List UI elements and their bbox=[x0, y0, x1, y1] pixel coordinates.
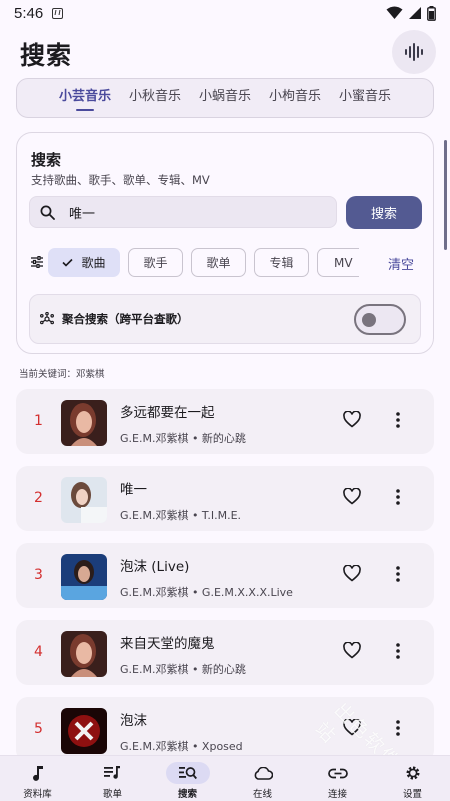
tab-source-3[interactable]: 小蜗音乐 bbox=[199, 78, 251, 118]
search-card-title: 搜索 bbox=[31, 151, 62, 169]
aggregate-search-label: 聚合搜索（跨平台查歌） bbox=[62, 312, 189, 326]
favorite-icon[interactable] bbox=[343, 411, 361, 428]
nav-item-playlists[interactable]: 歌单 bbox=[77, 756, 149, 800]
song-meta: G.E.M.邓紫棋 • 新的心跳 bbox=[120, 432, 246, 445]
search-card-subtitle: 支持歌曲、歌手、歌单、专辑、MV bbox=[31, 173, 210, 187]
filter-chip-albums[interactable]: 专辑 bbox=[254, 248, 309, 277]
song-title: 泡沫 bbox=[120, 713, 147, 729]
favorite-icon[interactable] bbox=[343, 642, 361, 659]
aggregate-search-toggle[interactable] bbox=[354, 304, 406, 335]
song-title: 来自天堂的魔鬼 bbox=[120, 636, 215, 652]
search-input[interactable]: 唯一 bbox=[29, 196, 337, 228]
tab-source-1[interactable]: 小芸音乐 bbox=[59, 78, 111, 118]
signal-icon bbox=[409, 7, 421, 19]
nav-item-online[interactable]: 在线 bbox=[227, 756, 299, 800]
song-row[interactable]: 2 唯一 G.E.M.邓紫棋 • T.I.M.E. bbox=[16, 466, 434, 531]
filter-chip-label: MV bbox=[334, 255, 353, 270]
check-icon bbox=[62, 258, 74, 267]
song-rank: 1 bbox=[34, 413, 43, 429]
filter-chip-mv[interactable]: MV bbox=[317, 248, 359, 277]
playlist-icon bbox=[104, 766, 120, 779]
song-row[interactable]: 1 多远都要在一起 G.E.M.邓紫棋 • 新的心跳 bbox=[16, 389, 434, 454]
search-icon bbox=[40, 205, 55, 220]
search-card: 搜索 支持歌曲、歌手、歌单、专辑、MV 唯一 搜索 歌曲 歌手 歌单 专辑 MV… bbox=[16, 132, 434, 354]
favorite-icon[interactable] bbox=[343, 488, 361, 505]
song-meta: G.E.M.邓紫棋 • T.I.M.E. bbox=[120, 509, 242, 522]
filter-chip-songs[interactable]: 歌曲 bbox=[48, 248, 120, 277]
nav-item-search[interactable]: 搜索 bbox=[152, 756, 224, 800]
album-cover bbox=[61, 477, 107, 523]
nav-item-connect[interactable]: 连接 bbox=[302, 756, 374, 800]
link-icon bbox=[327, 768, 348, 778]
gear-icon bbox=[406, 766, 419, 780]
tab-source-4[interactable]: 小枸音乐 bbox=[269, 78, 321, 118]
song-rank: 5 bbox=[34, 721, 43, 737]
filter-chip-label: 歌曲 bbox=[81, 256, 106, 270]
nav-label: 搜索 bbox=[177, 789, 197, 800]
song-rank: 4 bbox=[34, 644, 43, 660]
status-bar: 5:46 bbox=[0, 0, 450, 26]
filter-chip-artists[interactable]: 歌手 bbox=[128, 248, 183, 277]
nav-item-settings[interactable]: 设置 bbox=[377, 756, 449, 800]
song-title: 唯一 bbox=[120, 482, 147, 498]
cloud-icon bbox=[254, 766, 273, 780]
filter-chip-label: 歌单 bbox=[206, 256, 231, 270]
hub-network-icon bbox=[40, 312, 54, 325]
status-time: 5:46 bbox=[14, 4, 44, 22]
song-rank: 2 bbox=[34, 490, 43, 506]
tab-source-2[interactable]: 小秋音乐 bbox=[129, 78, 181, 118]
more-vert-icon[interactable] bbox=[396, 720, 400, 736]
song-row[interactable]: 3 泡沫 (Live) G.E.M.邓紫棋 • G.E.M.X.X.X.Live bbox=[16, 543, 434, 608]
nav-label: 在线 bbox=[252, 789, 272, 800]
filter-chip-label: 歌手 bbox=[143, 256, 168, 270]
search-input-value: 唯一 bbox=[69, 206, 96, 222]
filter-row: 歌曲 歌手 歌单 专辑 MV 清空 bbox=[29, 248, 429, 278]
tab-source-5[interactable]: 小蜜音乐 bbox=[339, 78, 391, 118]
nav-label: 资料库 bbox=[23, 789, 52, 800]
bottom-nav: 资料库 歌单 搜索 在线 连接 设置 bbox=[0, 755, 450, 801]
song-meta: G.E.M.邓紫棋 • G.E.M.X.X.X.Live bbox=[120, 586, 293, 599]
song-title: 多远都要在一起 bbox=[120, 405, 215, 421]
clear-button[interactable]: 清空 bbox=[388, 254, 414, 273]
more-vert-icon[interactable] bbox=[396, 566, 400, 582]
page-title: 搜索 bbox=[20, 41, 73, 70]
album-cover bbox=[61, 554, 107, 600]
more-vert-icon[interactable] bbox=[396, 489, 400, 505]
filter-chip-label: 专辑 bbox=[269, 256, 294, 270]
scrollbar[interactable] bbox=[444, 140, 447, 250]
wifi-icon bbox=[386, 6, 403, 19]
nav-label: 连接 bbox=[327, 789, 347, 800]
toggle-knob bbox=[362, 313, 376, 327]
song-list: 1 多远都要在一起 G.E.M.邓紫棋 • 新的心跳 2 唯一 G.E.M.邓紫… bbox=[16, 389, 434, 774]
nav-label: 歌单 bbox=[102, 789, 122, 800]
search-list-icon bbox=[178, 767, 197, 780]
favorite-icon[interactable] bbox=[343, 565, 361, 582]
search-button[interactable]: 搜索 bbox=[346, 196, 422, 229]
current-keyword: 当前关键词：邓紫棋 bbox=[19, 369, 105, 380]
more-vert-icon[interactable] bbox=[396, 412, 400, 428]
notification-a-icon bbox=[52, 7, 64, 19]
voice-wave-icon bbox=[405, 43, 423, 61]
song-row[interactable]: 4 来自天堂的魔鬼 G.E.M.邓紫棋 • 新的心跳 bbox=[16, 620, 434, 685]
more-vert-icon[interactable] bbox=[396, 643, 400, 659]
filter-sliders-icon bbox=[31, 256, 43, 268]
album-cover bbox=[61, 708, 107, 754]
song-meta: G.E.M.邓紫棋 • 新的心跳 bbox=[120, 663, 246, 676]
nav-label: 设置 bbox=[402, 789, 422, 800]
song-row[interactable]: 5 泡沫 G.E.M.邓紫棋 • Xposed bbox=[16, 697, 434, 762]
song-rank: 3 bbox=[34, 567, 43, 583]
nav-item-library[interactable]: 资料库 bbox=[2, 756, 74, 800]
album-cover bbox=[61, 400, 107, 446]
favorite-icon[interactable] bbox=[343, 719, 361, 736]
aggregate-search-row: 聚合搜索（跨平台查歌） bbox=[29, 294, 421, 344]
song-title: 泡沫 (Live) bbox=[120, 559, 190, 575]
source-tabs: 小芸音乐 小秋音乐 小蜗音乐 小枸音乐 小蜜音乐 bbox=[16, 78, 434, 118]
music-note-icon bbox=[32, 766, 43, 781]
filter-chip-playlists[interactable]: 歌单 bbox=[191, 248, 246, 277]
song-meta: G.E.M.邓紫棋 • Xposed bbox=[120, 740, 243, 753]
album-cover bbox=[61, 631, 107, 677]
voice-search-button[interactable] bbox=[392, 30, 436, 74]
battery-icon bbox=[427, 5, 436, 21]
